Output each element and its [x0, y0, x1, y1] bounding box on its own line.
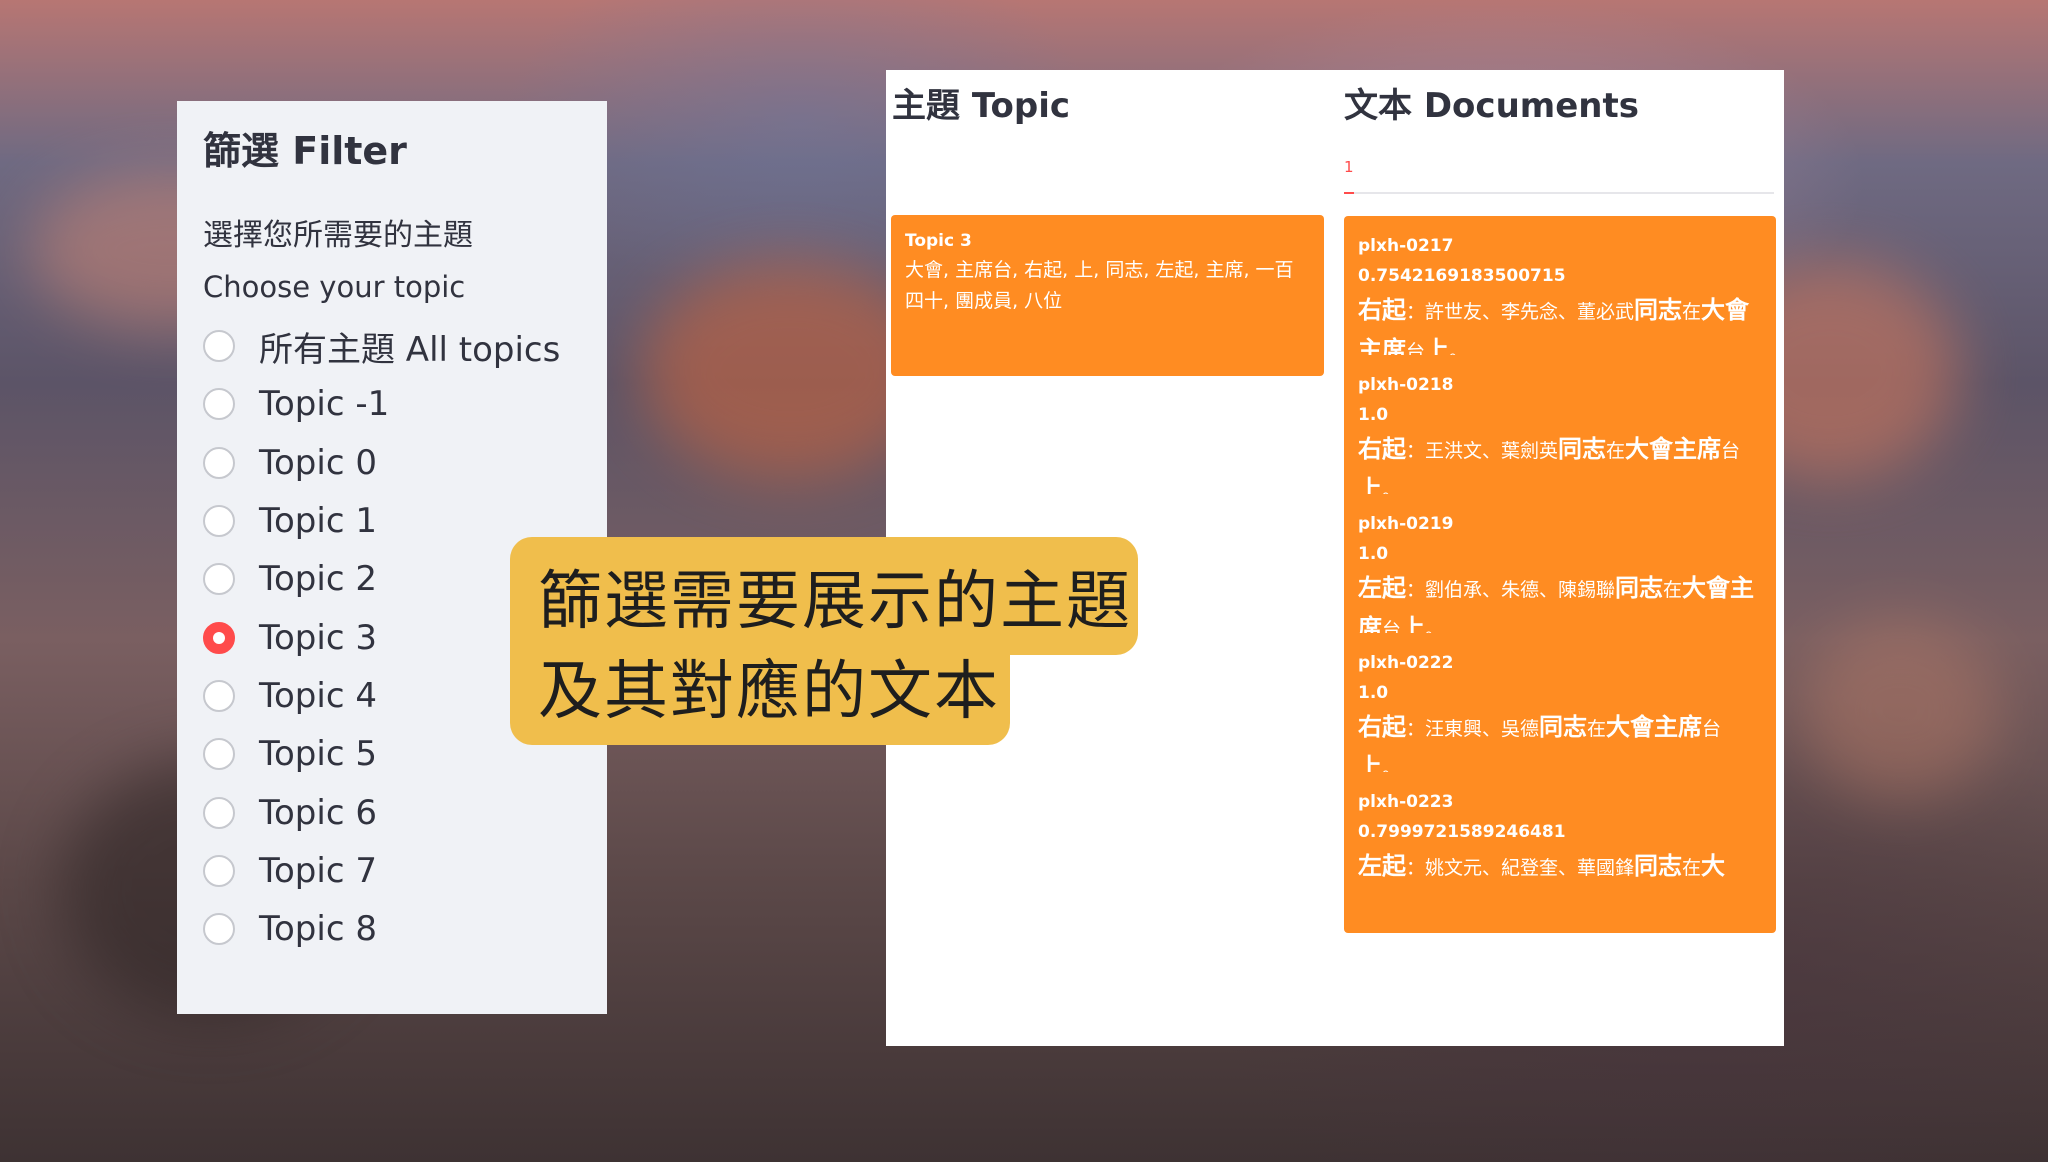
document-text-segment: 在 — [1682, 857, 1702, 879]
document-card: plxh-0218 1.0 右起：王洪文、葉劍英同志在大會主席台上。 — [1344, 355, 1776, 516]
topic-radio-label: Topic 4 — [259, 675, 377, 716]
topic-radio-label: Topic 7 — [259, 850, 377, 891]
topic-radio-option[interactable]: Topic -1 — [203, 375, 607, 433]
document-score: 1.0 — [1358, 683, 1389, 703]
radio-unselected-icon[interactable] — [203, 913, 235, 946]
document-id: plxh-0218 — [1358, 375, 1454, 395]
document-text-segment: ：汪東興、吳德 — [1406, 718, 1540, 740]
radio-unselected-icon[interactable] — [203, 796, 235, 829]
radio-unselected-icon[interactable] — [203, 505, 235, 538]
document-card: plxh-0223 0.7999721589246481 左起：姚文元、紀登奎、華國… — [1344, 772, 1776, 933]
keyword-highlight: 同志 — [1558, 435, 1607, 463]
keyword-highlight: 大會主席 — [1625, 435, 1722, 463]
document-text-segment: ：王洪文、葉劍英 — [1406, 440, 1559, 462]
radio-unselected-icon[interactable] — [203, 388, 235, 421]
keyword-highlight: 右起 — [1358, 713, 1406, 741]
document-text-segment: ：劉伯承、朱德、陳錫聯 — [1406, 579, 1616, 601]
topic-radio-option[interactable]: Topic 6 — [203, 783, 607, 841]
document-card: plxh-0222 1.0 右起：汪東興、吳德同志在大會主席台上。 — [1344, 633, 1776, 794]
radio-unselected-icon[interactable] — [203, 679, 235, 712]
keyword-highlight: 同志 — [1539, 713, 1588, 741]
document-text-segment: 在 — [1606, 440, 1626, 462]
keyword-highlight: 大 — [1701, 852, 1726, 880]
callout-text: 篩選需要展示的主題 及其對應的文本 — [538, 557, 1132, 737]
radio-unselected-icon[interactable] — [203, 854, 235, 887]
document-id: plxh-0222 — [1358, 653, 1454, 673]
topic-radio-option[interactable]: Topic 0 — [203, 434, 607, 492]
document-text-segment: 在 — [1682, 301, 1702, 323]
document-text-segment: 台 — [1721, 440, 1741, 462]
document-score: 1.0 — [1358, 544, 1389, 564]
topic-radio-label: Topic 1 — [259, 501, 377, 542]
topic-radio-option[interactable]: Topic 7 — [203, 842, 607, 900]
page-tab[interactable]: 1 — [1344, 158, 1354, 176]
tab-divider — [1344, 192, 1774, 194]
topic-card-name: Topic 3 — [905, 231, 972, 251]
keyword-highlight: 同志 — [1615, 574, 1664, 602]
background-glow — [1800, 620, 2000, 800]
keyword-highlight: 右起 — [1358, 296, 1406, 324]
keyword-highlight: 大會主席 — [1606, 713, 1703, 741]
radio-unselected-icon[interactable] — [203, 563, 235, 596]
document-card: plxh-0217 0.7542169183500715 右起：許世友、李先念、董必… — [1344, 216, 1776, 377]
radio-unselected-icon[interactable] — [203, 738, 235, 771]
topic-card: Topic 3 大會, 主席台, 右起, 上, 同志, 左起, 主席, 一百四十… — [891, 215, 1324, 376]
document-score: 0.7542169183500715 — [1358, 266, 1566, 286]
document-score: 1.0 — [1358, 405, 1389, 425]
radio-unselected-icon[interactable] — [203, 330, 235, 363]
document-text-segment: 在 — [1587, 718, 1607, 740]
document-text-segment: 台 — [1702, 718, 1722, 740]
tab-active-underline — [1344, 192, 1354, 194]
document-text-segment: ：許世友、李先念、董必武 — [1406, 301, 1635, 323]
radio-unselected-icon[interactable] — [203, 446, 235, 479]
topic-radio-option[interactable]: 所有主題 All topics — [203, 317, 607, 375]
keyword-highlight: 同志 — [1634, 852, 1683, 880]
document-text-segment: 在 — [1663, 579, 1683, 601]
radio-selected-icon[interactable] — [203, 621, 235, 654]
document-id: plxh-0219 — [1358, 514, 1454, 534]
keyword-highlight: 左起 — [1358, 852, 1406, 880]
documents-column-title: 文本 Documents — [1344, 86, 1639, 126]
document-score: 0.7999721589246481 — [1358, 822, 1566, 842]
topic-radio-option[interactable]: Topic 8 — [203, 900, 607, 958]
document-id: plxh-0223 — [1358, 792, 1454, 812]
topic-radio-label: Topic 5 — [259, 734, 377, 775]
keyword-highlight: 右起 — [1358, 435, 1406, 463]
document-text: 左起：姚文元、紀登奎、華國鋒同志在大 — [1358, 847, 1762, 887]
document-card: plxh-0219 1.0 左起：劉伯承、朱德、陳錫聯同志在大會主席台上。 — [1344, 494, 1776, 655]
topic-column-title: 主題 Topic — [892, 86, 1071, 126]
filter-description-en: Choose your topic — [203, 270, 466, 305]
topic-radio-label: Topic -1 — [259, 384, 390, 425]
topic-radio-label: Topic 3 — [259, 617, 377, 658]
topic-radio-label: Topic 8 — [259, 909, 377, 950]
topic-card-keywords: 大會, 主席台, 右起, 上, 同志, 左起, 主席, 一百四十, 團成員, 八… — [905, 259, 1294, 312]
keyword-highlight: 左起 — [1358, 574, 1406, 602]
topic-radio-label: Topic 0 — [259, 442, 377, 483]
annotation-callout: 篩選需要展示的主題 及其對應的文本 — [510, 537, 1138, 745]
topic-radio-label: Topic 2 — [259, 559, 377, 600]
keyword-highlight: 同志 — [1634, 296, 1683, 324]
filter-title: 篩選 Filter — [203, 129, 407, 173]
callout-line-1: 篩選需要展示的主題 — [538, 565, 1132, 639]
callout-line-2: 及其對應的文本 — [538, 655, 1000, 729]
document-id: plxh-0217 — [1358, 236, 1454, 256]
document-text-segment: ：姚文元、紀登奎、華國鋒 — [1406, 857, 1635, 879]
topic-radio-label: Topic 6 — [259, 792, 377, 833]
topic-radio-label: 所有主題 All topics — [259, 329, 561, 370]
filter-description-zh: 選擇您所需要的主題 — [203, 218, 473, 254]
